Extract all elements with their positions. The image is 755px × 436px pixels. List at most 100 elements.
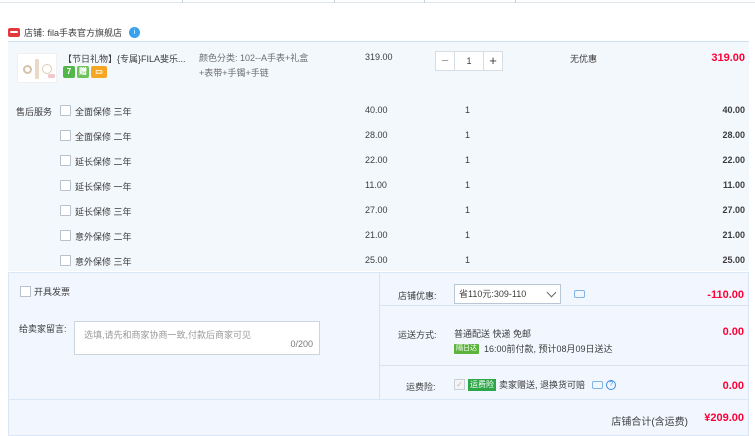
insurance-amount: 0.00	[722, 380, 744, 392]
service-checkbox[interactable]	[60, 255, 71, 266]
store-total-bar: 店铺合计(含运费) ¥209.00	[8, 400, 749, 436]
service-qty: 1	[465, 255, 471, 265]
service-sum: 22.00	[722, 155, 745, 165]
store-discount-select[interactable]: 省110元:309-110	[454, 284, 561, 304]
service-name: 意外保修 二年	[75, 232, 132, 242]
column-tick	[182, 0, 183, 3]
order-options: 开具发票 给卖家留言: 选填,请先和商家协商一致,付款后商家可见 0/200 店…	[8, 272, 749, 401]
gift-icon[interactable]: 赠	[77, 66, 89, 78]
column-divider	[379, 273, 380, 401]
memo-label: 给卖家留言:	[19, 324, 67, 334]
shipping-label: 运送方式:	[398, 330, 437, 340]
insurance-label: 运费险:	[406, 382, 436, 392]
service-checkbox[interactable]	[60, 155, 71, 166]
service-row: 全面保修 二年 28.00 1 28.00	[8, 129, 749, 143]
service-row: 意外保修 二年 21.00 1 21.00	[8, 229, 749, 243]
insurance-tag: 运费险	[468, 378, 496, 391]
store-name-link[interactable]: fila手表官方旗舰店	[48, 26, 123, 39]
service-checkbox[interactable]	[60, 205, 71, 216]
row-divider	[380, 365, 749, 366]
service-qty: 1	[465, 230, 471, 240]
service-qty: 1	[465, 205, 471, 215]
insurance-row: ✓ 运费险 卖家赠送, 退换货可赔 ?	[454, 378, 617, 391]
store-header: 店铺: fila手表官方旗舰店 i	[8, 26, 141, 39]
row-divider	[380, 305, 749, 306]
help-icon[interactable]: ?	[606, 379, 617, 390]
service-row: 延长保修 二年 22.00 1 22.00	[8, 154, 749, 168]
discount-text: 无优惠	[570, 54, 598, 64]
next-day-tag: 隔日达	[454, 343, 479, 354]
column-tick	[334, 0, 335, 3]
service-sum: 11.00	[722, 180, 745, 190]
column-tick	[424, 0, 425, 3]
service-name: 全面保修 三年	[75, 107, 132, 117]
shipping-amount: 0.00	[722, 326, 744, 338]
unit-price: 319.00	[365, 52, 393, 62]
product-thumbnail[interactable]	[17, 53, 57, 83]
sku-line-2: +表带+手镯+手链	[199, 68, 269, 78]
memo-char-count: 0/200	[290, 339, 313, 349]
chat-icon[interactable]	[592, 380, 604, 389]
item-subtotal: 319.00	[711, 52, 745, 64]
service-price: 27.00	[365, 205, 388, 215]
service-checkbox[interactable]	[60, 230, 71, 241]
invoice-option[interactable]: 开具发票	[20, 285, 70, 298]
service-price: 11.00	[365, 180, 387, 190]
store-discount-amount: -110.00	[707, 289, 744, 301]
service-row: 延长保修 一年 11.00 1 11.00	[8, 179, 749, 193]
service-row: 全面保修 三年 40.00 1 40.00	[8, 104, 749, 118]
service-checkbox[interactable]	[60, 180, 71, 191]
service-row: 延长保修 三年 27.00 1 27.00	[8, 204, 749, 218]
store-discount-label: 店铺优惠:	[398, 291, 437, 301]
shipping-method: 普通配送 快递 免邮	[454, 329, 532, 339]
service-name: 延长保修 一年	[75, 182, 132, 192]
product-sku[interactable]: 颜色分类: 102--A手表+礼盒 +表带+手镯+手链	[199, 51, 349, 81]
service-sum: 27.00	[722, 205, 745, 215]
service-checkbox[interactable]	[60, 105, 71, 116]
card-icon[interactable]: ▭	[91, 66, 107, 78]
service-name: 全面保修 二年	[75, 132, 132, 142]
insurance-text: 卖家赠送, 退换货可赔	[499, 380, 586, 390]
total-value: ¥209.00	[704, 412, 744, 424]
decrease-button[interactable]: −	[435, 51, 455, 71]
seven-day-return-icon[interactable]: 7	[63, 66, 75, 78]
service-qty: 1	[465, 130, 471, 140]
shipping-eta: 16:00前付款, 预计08月09日送达	[484, 344, 613, 354]
quantity-input[interactable]: 1	[455, 51, 483, 71]
service-sum: 28.00	[722, 130, 745, 140]
service-qty: 1	[465, 105, 471, 115]
store-label: 店铺:	[24, 28, 45, 38]
sku-line-1: 颜色分类: 102--A手表+礼盒	[199, 53, 309, 63]
insurance-checkbox-icon: ✓	[454, 379, 465, 390]
service-sum: 21.00	[722, 230, 745, 240]
chat-badge-icon[interactable]: i	[129, 27, 141, 38]
service-price: 25.00	[365, 255, 388, 265]
memo-textarea[interactable]: 选填,请先和商家协商一致,付款后商家可见 0/200	[74, 321, 320, 355]
column-tick	[515, 0, 516, 3]
cart-item-panel: 【节日礼物】{专属}FILA斐乐... 7 赠 ▭ 颜色分类: 102--A手表…	[8, 41, 749, 271]
service-row: 意外保修 三年 25.00 1 25.00	[8, 254, 749, 268]
service-price: 40.00	[365, 105, 388, 115]
chat-icon[interactable]	[574, 290, 585, 298]
memo-placeholder: 选填,请先和商家协商一致,付款后商家可见	[84, 330, 252, 340]
quantity-stepper[interactable]: − 1 +	[435, 51, 503, 71]
store-icon	[8, 28, 20, 37]
service-sum: 40.00	[722, 105, 745, 115]
shipping-eta-row: 隔日达 16:00前付款, 预计08月09日送达	[454, 342, 613, 355]
service-price: 21.00	[365, 230, 388, 240]
service-name: 延长保修 二年	[75, 157, 132, 167]
product-badges: 7 赠 ▭	[63, 66, 107, 78]
total-label: 店铺合计(含运费)	[611, 417, 688, 428]
service-name: 意外保修 三年	[75, 257, 132, 267]
store-discount-value: 省110元:309-110	[459, 289, 527, 299]
service-qty: 1	[465, 155, 471, 165]
top-divider	[0, 0, 755, 3]
increase-button[interactable]: +	[483, 51, 503, 71]
invoice-label: 开具发票	[34, 287, 71, 297]
service-sum: 25.00	[722, 255, 745, 265]
service-checkbox[interactable]	[60, 130, 71, 141]
service-price: 22.00	[365, 155, 388, 165]
product-title-link[interactable]: 【节日礼物】{专属}FILA斐乐...	[63, 52, 198, 65]
service-price: 28.00	[365, 130, 388, 140]
invoice-checkbox[interactable]	[20, 286, 31, 297]
